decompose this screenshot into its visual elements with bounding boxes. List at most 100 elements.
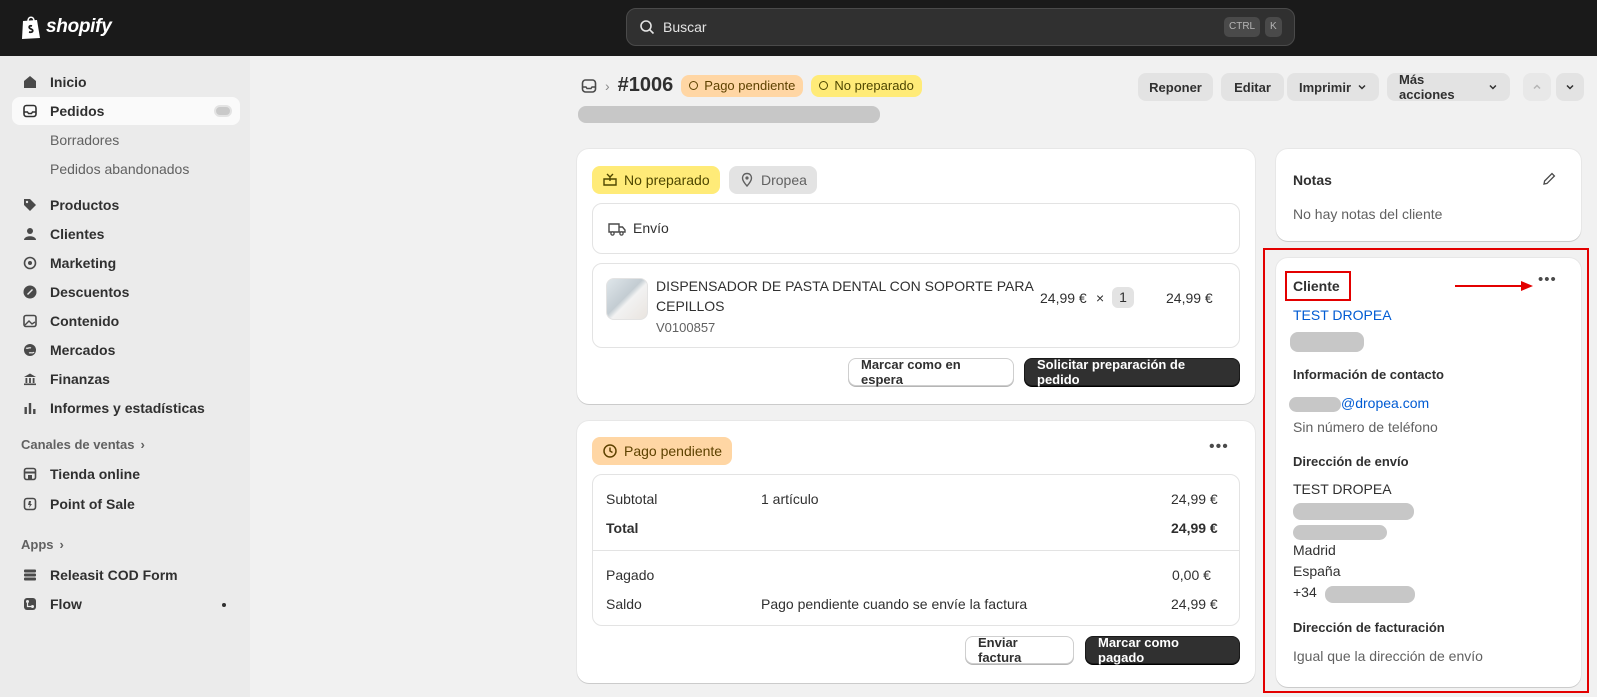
discount-icon	[22, 284, 38, 300]
image-icon	[22, 313, 38, 329]
pos-icon	[22, 496, 38, 512]
paid-label: Pagado	[606, 567, 655, 583]
balance-value: 24,99 €	[1171, 596, 1218, 612]
shopify-bag-icon	[22, 16, 40, 39]
breadcrumb-chevron-icon: ›	[605, 77, 610, 94]
payment-status-badge: Pago pendiente	[681, 74, 804, 97]
mark-on-hold-button[interactable]: Marcar como en espera	[848, 357, 1014, 387]
subtotal-label: Subtotal	[606, 491, 658, 507]
send-invoice-button[interactable]: Enviar factura	[965, 635, 1074, 665]
product-title-line2[interactable]: CEPILLOS	[656, 298, 724, 314]
sidebar-item-label: Informes y estadísticas	[50, 400, 205, 416]
divider	[593, 550, 1239, 551]
chevron-right-icon: ›	[140, 437, 145, 452]
print-button[interactable]: Imprimir	[1287, 73, 1379, 101]
sidebar-item-informes[interactable]: Informes y estadísticas	[12, 394, 240, 422]
sidebar-item-label: Clientes	[50, 226, 105, 242]
subtotal-items: 1 artículo	[761, 491, 819, 507]
balance-note: Pago pendiente cuando se envíe la factur…	[761, 596, 1028, 612]
line-total: 24,99 €	[1166, 290, 1213, 306]
chart-icon	[22, 400, 38, 416]
search-bar[interactable]: Buscar CTRL K	[626, 8, 1295, 46]
edit-button[interactable]: Editar	[1221, 73, 1284, 101]
chevron-right-icon: ›	[59, 537, 64, 552]
apps-heading[interactable]: Apps ›	[21, 537, 64, 552]
sidebar-sub-abandonados[interactable]: Pedidos abandonados	[50, 161, 189, 177]
total-label: Total	[606, 520, 639, 536]
balance-label: Saldo	[606, 596, 642, 612]
shortcut-k-key: K	[1265, 17, 1282, 37]
globe-icon	[22, 342, 38, 358]
notes-card: Notas No hay notas del cliente	[1276, 149, 1581, 241]
sidebar-item-finanzas[interactable]: Finanzas	[12, 365, 240, 393]
clock-icon	[603, 444, 617, 458]
product-sku: V0100857	[656, 320, 716, 335]
more-actions-button[interactable]: Más acciones	[1387, 72, 1510, 102]
annotation-arrow-icon	[1455, 281, 1533, 291]
inbox-icon[interactable]	[581, 78, 597, 94]
sidebar-item-label: Productos	[50, 197, 120, 213]
badge-label: Pago pendiente	[704, 78, 796, 93]
unit-price: 24,99 €	[1040, 290, 1087, 306]
inbox-icon	[22, 103, 38, 119]
total-value: 24,99 €	[1171, 520, 1218, 536]
pencil-icon[interactable]	[1541, 171, 1557, 187]
highlight-customer-title	[1285, 271, 1351, 301]
sidebar-item-inicio[interactable]: Inicio	[12, 68, 240, 96]
home-icon	[22, 74, 38, 90]
apps-label: Apps	[21, 537, 54, 552]
stack-icon	[22, 567, 38, 583]
request-fulfillment-button[interactable]: Solicitar preparación de pedido	[1024, 357, 1240, 387]
badge-label: No preparado	[834, 78, 914, 93]
orders-count-badge	[214, 105, 232, 117]
sales-channels-heading[interactable]: Canales de ventas ›	[21, 437, 145, 452]
sidebar-item-marketing[interactable]: Marketing	[12, 249, 240, 277]
sidebar-item-label: Contenido	[50, 313, 120, 329]
status-ring-icon	[689, 81, 699, 90]
restock-button[interactable]: Reponer	[1138, 73, 1213, 101]
sidebar-item-point-of-sale[interactable]: Point of Sale	[12, 490, 240, 518]
mark-as-paid-button[interactable]: Marcar como pagado	[1085, 635, 1240, 665]
quantity-badge: 1	[1112, 287, 1134, 308]
more-options-icon[interactable]: •••	[1209, 439, 1231, 459]
sidebar-item-tienda-online[interactable]: Tienda online	[12, 460, 240, 488]
order-header: › #1006 Pago pendiente No preparado	[581, 74, 922, 97]
sidebar-item-label: Finanzas	[50, 371, 110, 387]
subtotal-value: 24,99 €	[1171, 491, 1218, 507]
previous-order-button[interactable]	[1523, 73, 1551, 101]
chevron-down-icon	[1566, 84, 1574, 90]
chevron-down-icon	[1358, 84, 1366, 90]
box-icon	[603, 173, 617, 186]
sidebar-item-flow[interactable]: Flow	[12, 590, 240, 618]
truck-icon	[608, 223, 626, 236]
highlight-customer-card	[1263, 248, 1589, 693]
sidebar-item-label: Inicio	[50, 74, 87, 90]
sidebar-item-clientes[interactable]: Clientes	[12, 220, 240, 248]
shortcut-ctrl-key: CTRL	[1224, 17, 1261, 37]
sidebar-item-label: Releasit COD Form	[50, 567, 178, 583]
sidebar-item-productos[interactable]: Productos	[12, 191, 240, 219]
sidebar-item-descuentos[interactable]: Descuentos	[12, 278, 240, 306]
sidebar-item-releasit[interactable]: Releasit COD Form	[12, 561, 240, 589]
fulfillment-card: No preparado Dropea Envío DISPENSADOR DE…	[577, 149, 1255, 404]
next-order-button[interactable]	[1556, 73, 1584, 101]
paid-value: 0,00 €	[1172, 567, 1211, 583]
sidebar-sub-borradores[interactable]: Borradores	[50, 132, 119, 148]
product-thumbnail[interactable]	[606, 278, 648, 320]
shopify-logo[interactable]: shopify	[20, 14, 112, 40]
badge-label: No preparado	[624, 172, 710, 188]
flow-icon	[22, 596, 38, 612]
store-icon	[22, 466, 38, 482]
chevron-up-icon	[1533, 84, 1541, 90]
logo-text: shopify	[46, 16, 112, 37]
product-title-line1[interactable]: DISPENSADOR DE PASTA DENTAL CON SOPORTE …	[656, 278, 1034, 294]
sidebar-item-pedidos[interactable]: Pedidos	[12, 97, 240, 125]
sidebar-item-label: Pedidos	[50, 103, 105, 119]
sidebar-item-label: Marketing	[50, 255, 117, 271]
chevron-down-icon	[1489, 85, 1497, 90]
sidebar-item-contenido[interactable]: Contenido	[12, 307, 240, 335]
person-icon	[22, 226, 38, 242]
badge-label: Pago pendiente	[624, 443, 723, 459]
sidebar-item-mercados[interactable]: Mercados	[12, 336, 240, 364]
sidebar-item-label: Descuentos	[50, 284, 130, 300]
